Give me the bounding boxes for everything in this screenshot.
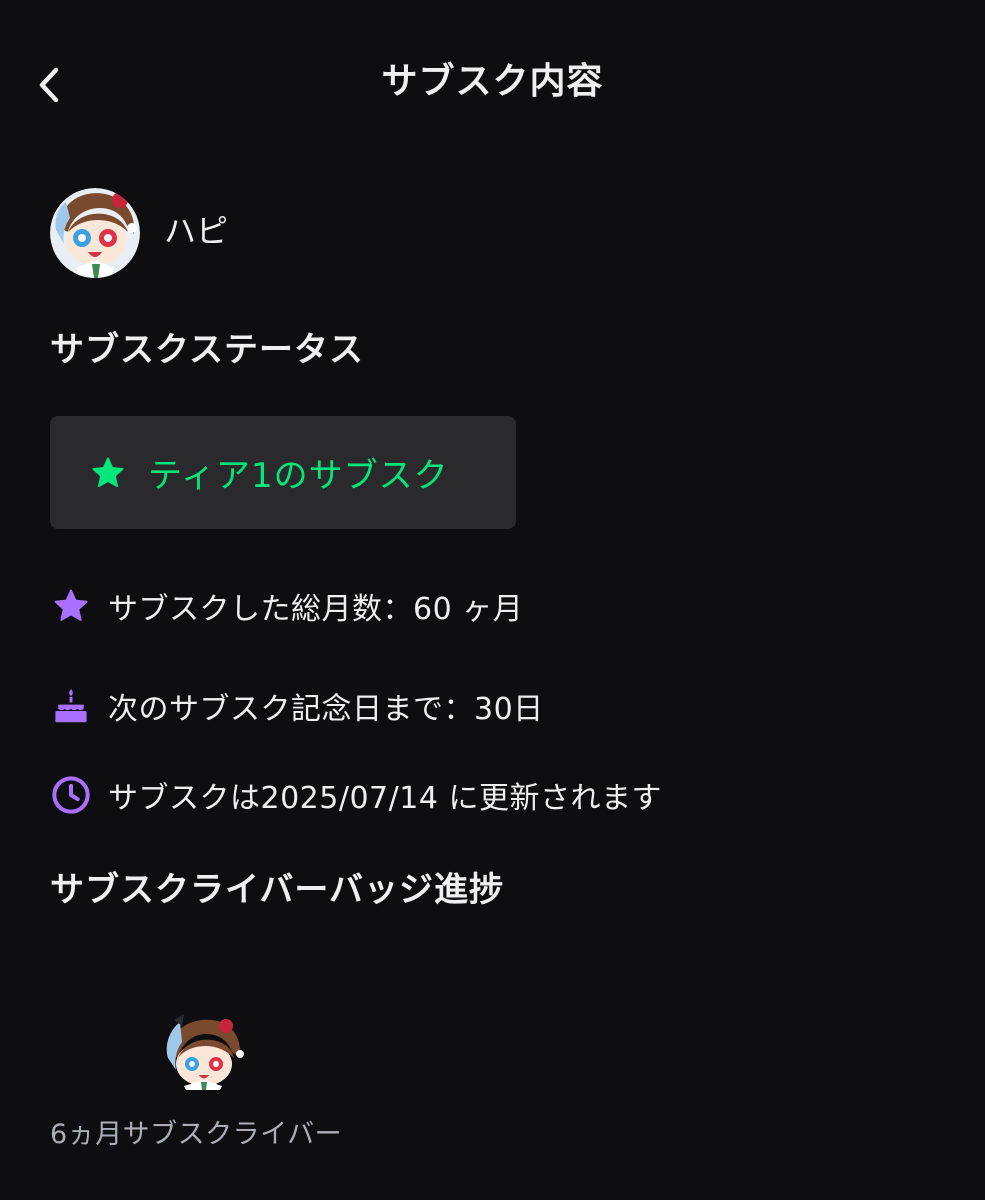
- header: サブスク内容: [0, 0, 985, 165]
- streamer-info: ハピ: [50, 188, 228, 278]
- tier-badge: ティア1のサブスク: [50, 416, 516, 529]
- tier-label: ティア1のサブスク: [148, 456, 449, 496]
- next-anniversary-text: 次のサブスク記念日まで：30日: [108, 692, 544, 727]
- subscription-status-heading: サブスクステータス: [50, 330, 364, 370]
- badge-progress-heading: サブスクライバーバッジ進捗: [50, 870, 504, 910]
- total-months-text: サブスクした総月数：60 ヶ月: [108, 592, 524, 627]
- subscriber-badge-image: [160, 1012, 250, 1090]
- next-anniversary-row: 次のサブスク記念日まで：30日: [50, 684, 544, 728]
- streamer-name[interactable]: ハピ: [164, 206, 228, 252]
- total-months-row: サブスクした総月数：60 ヶ月: [50, 584, 523, 628]
- badge-caption: 6ヵ月サブスクライバー: [50, 1119, 343, 1150]
- avatar[interactable]: [50, 188, 140, 278]
- clock-icon: [50, 774, 92, 816]
- renewal-text: サブスクは2025/07/14 に更新されます: [108, 781, 662, 816]
- star-icon: [50, 585, 92, 627]
- renewal-row: サブスクは2025/07/14 に更新されます: [50, 773, 662, 817]
- star-icon: [92, 456, 124, 487]
- cake-icon: [50, 685, 92, 727]
- subscription-details-page: サブスク内容 ハピ サブスクステータス ティア1のサブスク サブスクした総月数：…: [0, 0, 985, 1200]
- page-title: サブスク内容: [381, 61, 604, 102]
